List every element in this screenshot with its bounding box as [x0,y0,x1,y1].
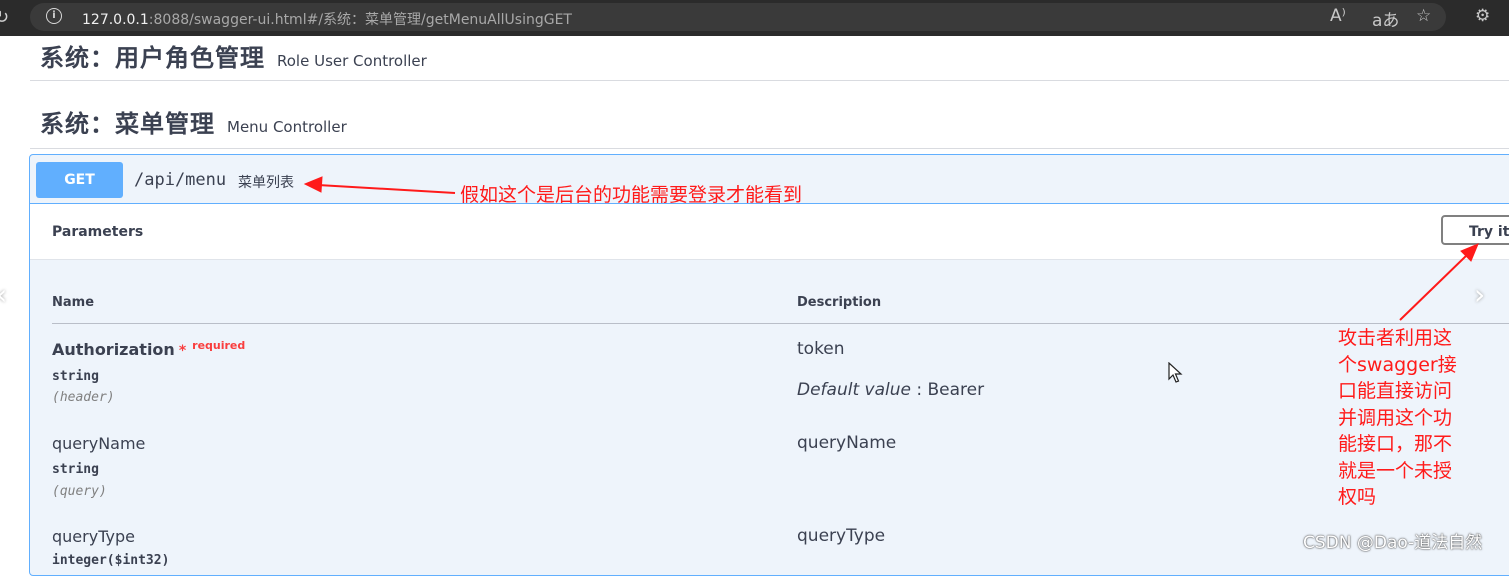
arrow-to-summary [303,176,456,194]
arrow-to-try-button [1399,243,1479,321]
annotation-note-1: 假如这个是后台的功能需要登录才能看到 [460,184,803,206]
annotation-note-2: 攻击者利用这个swagger接口能直接访问并调用这个功能接口，那不就是一个未授权… [1338,327,1457,508]
watermark: CSDN @Dao-道法自然 [1303,533,1483,553]
annotation-arrows [303,176,1479,321]
